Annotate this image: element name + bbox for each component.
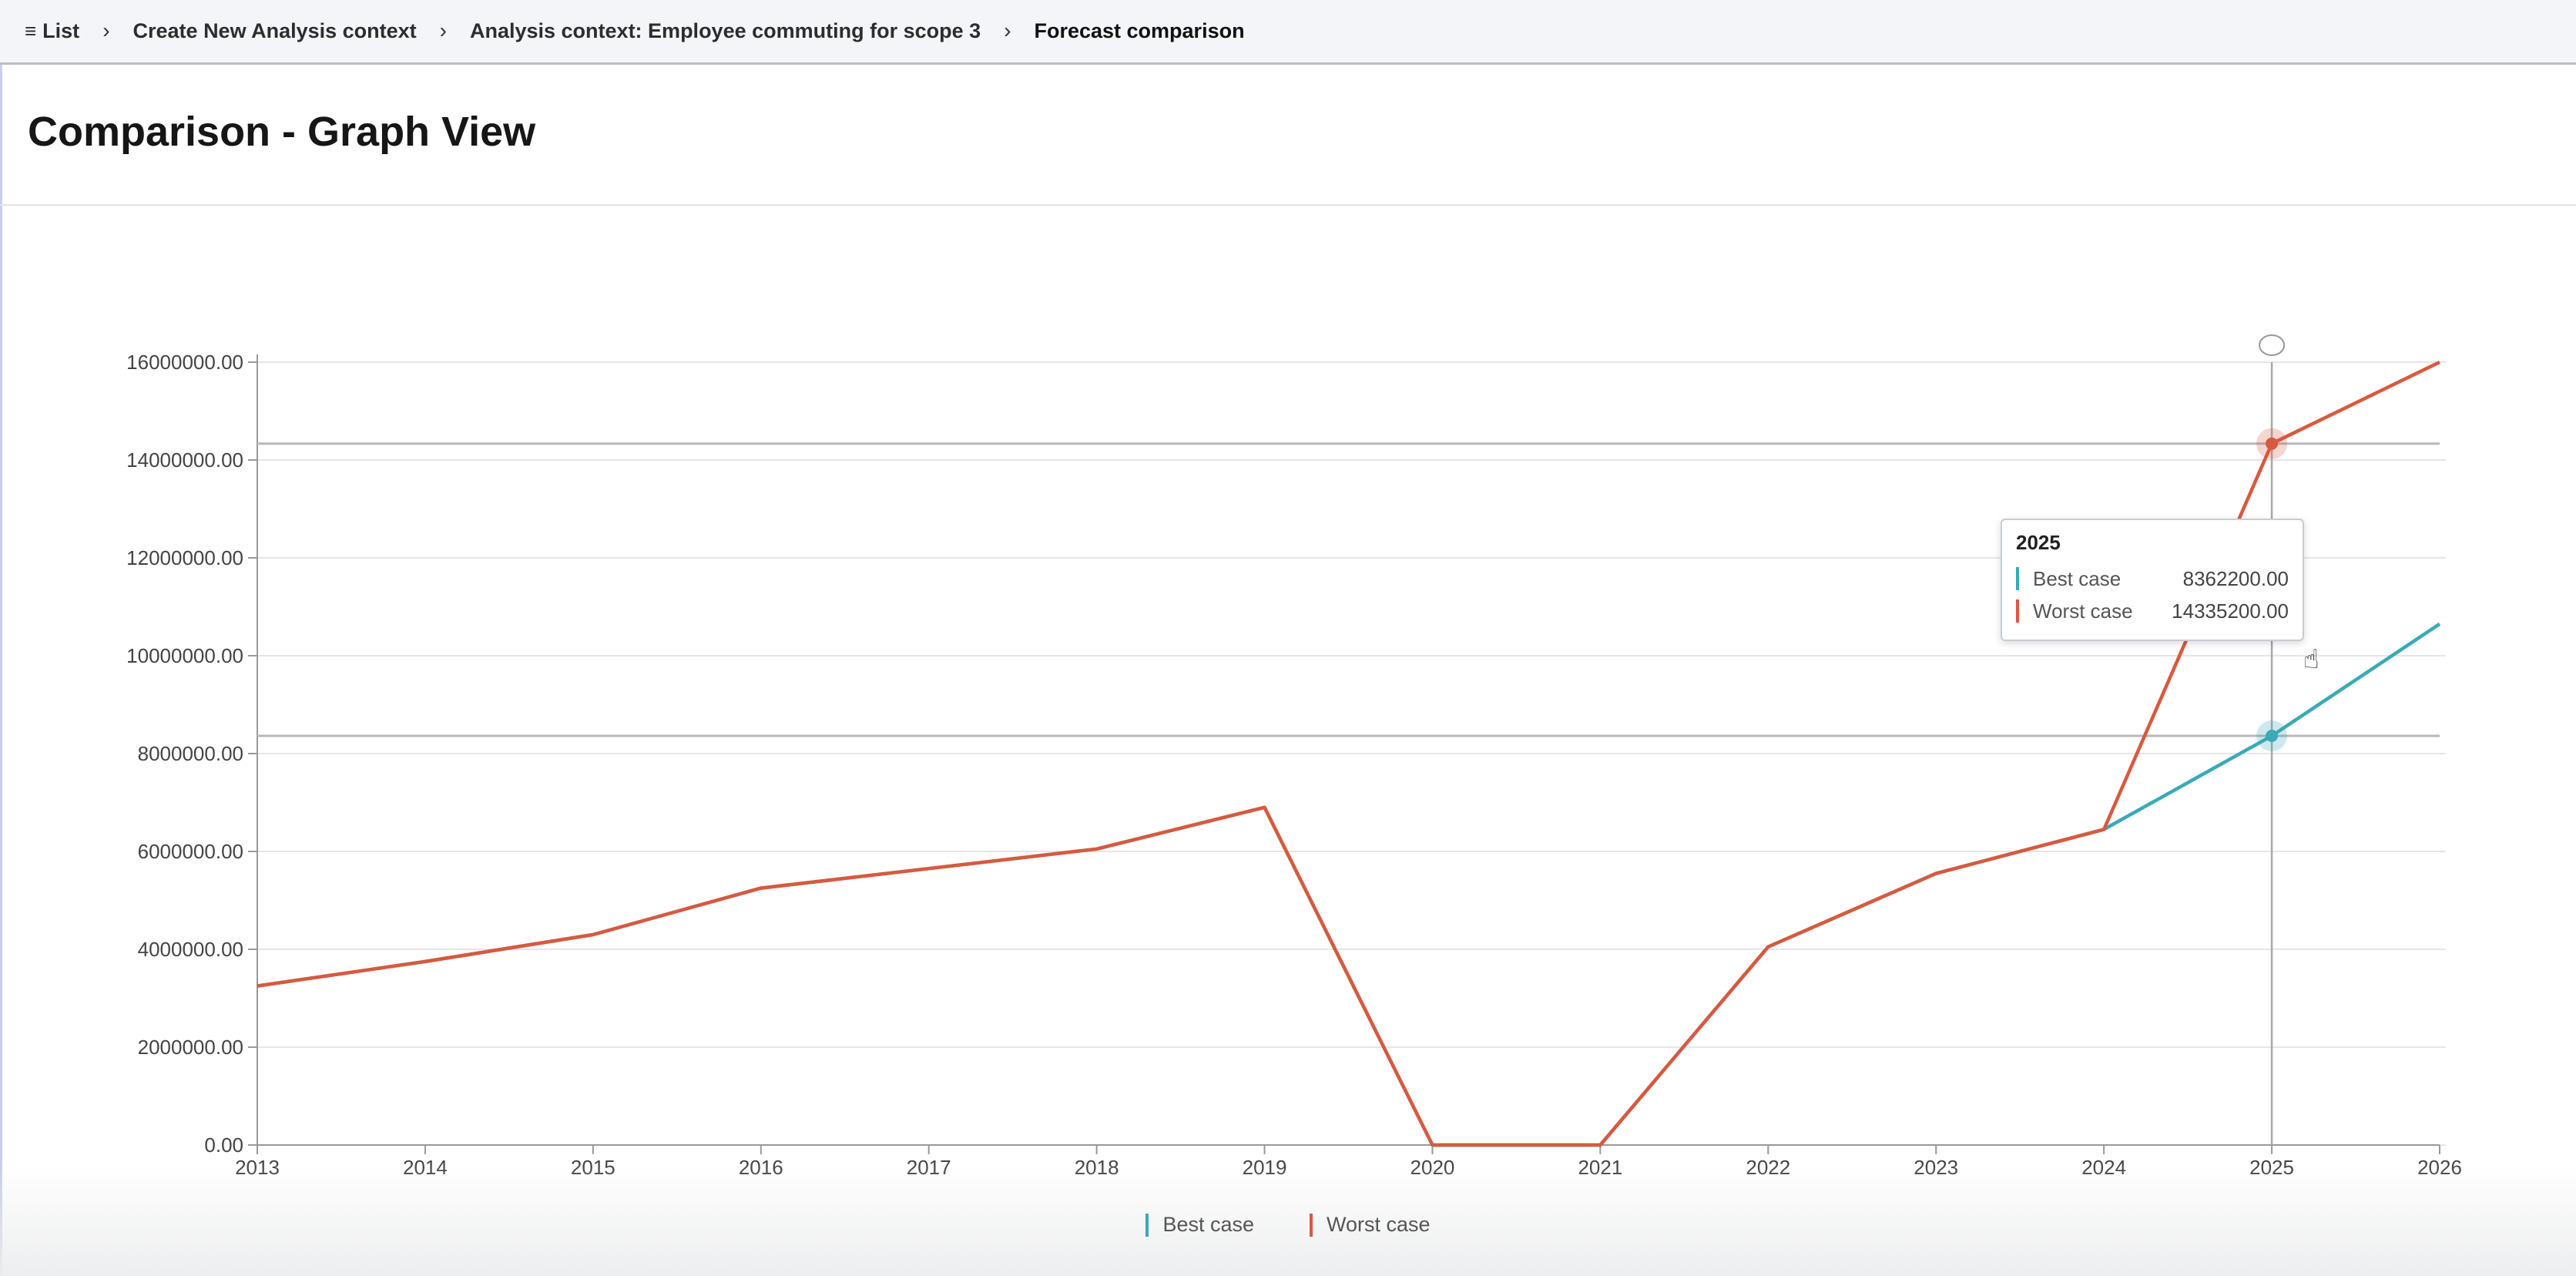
y-tick-label: 16000000.00: [126, 351, 243, 374]
tooltip-best-swatch: [2016, 567, 2019, 590]
x-tick-label: 2016: [739, 1156, 783, 1179]
x-tick-label: 2013: [235, 1156, 280, 1179]
series-line-best-case: [257, 622, 2441, 1147]
legend-item-best-case[interactable]: Best case: [1145, 1213, 1254, 1237]
x-tick-label: 2023: [1914, 1156, 1958, 1179]
tooltip-row-best: Best case 8362200.00: [2016, 562, 2289, 595]
legend-worst-swatch: [1310, 1213, 1313, 1237]
y-tick-label: 14000000.00: [126, 448, 243, 472]
comment-bubble-icon: [2259, 334, 2286, 356]
tooltip-row-worst: Worst case 14335200.00: [2016, 595, 2289, 627]
y-tick-label: 6000000.00: [138, 840, 243, 863]
x-tick-label: 2022: [1746, 1156, 1790, 1179]
x-tick-label: 2014: [403, 1156, 448, 1179]
legend-best-swatch: [1145, 1213, 1149, 1237]
x-tick-label: 2020: [1410, 1156, 1455, 1179]
tooltip-best-value: 8362200.00: [2182, 566, 2289, 590]
y-tick-label: 10000000.00: [126, 644, 243, 667]
x-tick-label: 2017: [907, 1156, 951, 1179]
legend-best-label: Best case: [1162, 1213, 1254, 1236]
tooltip-year: 2025: [2016, 531, 2061, 554]
tooltip-worst-value: 14335200.00: [2172, 599, 2289, 623]
y-tick-label: 8000000.00: [138, 742, 243, 765]
x-tick-label: 2015: [571, 1156, 615, 1179]
legend-item-worst-case[interactable]: Worst case: [1310, 1213, 1431, 1237]
y-tick-label: 0.00: [204, 1133, 243, 1157]
tooltip-worst-name: Worst case: [2033, 599, 2133, 623]
pointer-hand-icon: ☝: [2303, 645, 2319, 674]
hover-marker-point: [2266, 730, 2279, 743]
x-tick-label: 2018: [1075, 1156, 1119, 1179]
tooltip-best-name: Best case: [2033, 566, 2122, 590]
y-tick-label: 2000000.00: [138, 1036, 243, 1059]
y-tick-label: 4000000.00: [138, 938, 243, 961]
x-tick-label: 2019: [1243, 1156, 1287, 1179]
hover-marker-point: [2266, 437, 2279, 450]
x-tick-label: 2026: [2417, 1156, 2462, 1179]
x-tick-label: 2021: [1578, 1156, 1622, 1179]
chart-tooltip: 2025 Best case 8362200.00 Worst case 143…: [2001, 519, 2304, 641]
x-tick-label: 2025: [2249, 1156, 2294, 1179]
chart-legend: Best case Worst case: [0, 1213, 2576, 1237]
x-tick-label: 2024: [2081, 1156, 2126, 1179]
legend-worst-label: Worst case: [1327, 1213, 1431, 1236]
tooltip-worst-swatch: [2016, 599, 2019, 623]
y-tick-label: 12000000.00: [126, 546, 243, 569]
